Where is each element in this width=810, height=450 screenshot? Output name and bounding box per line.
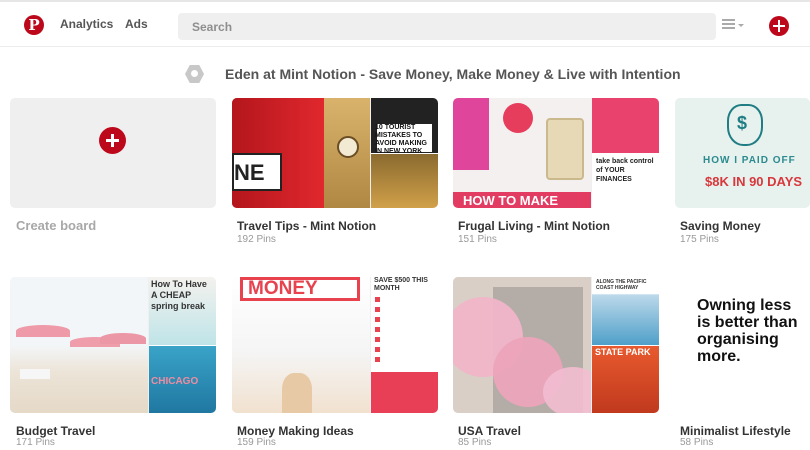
nav-analytics-link[interactable]: Analytics	[60, 17, 113, 31]
board-title[interactable]: Frugal Living - Mint Notion	[458, 219, 610, 233]
cover-text: HOW TO MAKE	[463, 193, 559, 208]
board-title[interactable]: USA Travel	[458, 424, 521, 438]
profile-title: Eden at Mint Notion - Save Money, Make M…	[225, 66, 681, 82]
board-cover-image: NE	[232, 98, 370, 208]
cover-text: Owning less is better than organising mo…	[697, 297, 798, 365]
board-side-images: 10 TOURIST MISTAKES TO AVOID MAKING IN N…	[371, 98, 438, 208]
board-side-images: SAVE $500 THIS MONTH	[371, 277, 438, 413]
board-side-images: ALONG THE PACIFIC COAST HIGHWAY STATE PA…	[592, 277, 659, 413]
board-title[interactable]: Travel Tips - Mint Notion	[237, 219, 376, 233]
board-card-budget-travel[interactable]: How To Have A CHEAP spring break CHICAGO	[10, 277, 216, 413]
plus-icon[interactable]	[99, 127, 126, 154]
cover-text-line1: HOW I PAID OFF	[703, 155, 796, 166]
create-board-card[interactable]	[10, 98, 216, 208]
board-side-images: take back control of YOUR FINANCES	[592, 98, 659, 208]
board-pin-count: 85 Pins	[458, 437, 492, 448]
board-pin-count: 151 Pins	[458, 234, 497, 245]
board-title[interactable]: Budget Travel	[16, 424, 95, 438]
side-bottom-text: CHICAGO	[151, 376, 199, 387]
board-pin-count: 192 Pins	[237, 234, 276, 245]
board-card-frugal-living[interactable]: HOW TO MAKE take back control of YOUR FI…	[453, 98, 659, 208]
cover-text-line2: $8K IN 90 DAYS	[705, 174, 803, 189]
board-pin-count: 175 Pins	[680, 234, 719, 245]
board-title[interactable]: Saving Money	[680, 219, 761, 233]
side-bottom-text: take back control of YOUR FINANCES	[596, 158, 654, 183]
top-navigation-bar: P Analytics Ads	[0, 2, 810, 47]
settings-hexagon-icon[interactable]	[185, 65, 204, 83]
side-top-text: ALONG THE PACIFIC COAST HIGHWAY	[596, 279, 647, 291]
dollar-sign-icon: $	[737, 113, 748, 133]
board-card-saving-money[interactable]: $ HOW I PAID OFF $8K IN 90 DAYS	[675, 98, 810, 208]
board-card-travel-tips[interactable]: NE 10 TOURIST MISTAKES TO AVOID MAKING I…	[232, 98, 438, 208]
side-top-text: SAVE $500 THIS MONTH	[374, 277, 428, 292]
board-card-money-making-ideas[interactable]: MONEY SAVE $500 THIS MONTH	[232, 277, 438, 413]
add-pin-button[interactable]	[769, 16, 789, 36]
board-cover-image: MONEY	[232, 277, 370, 413]
search-input[interactable]	[178, 13, 716, 40]
nav-ads-link[interactable]: Ads	[125, 17, 148, 31]
board-card-usa-travel[interactable]: ALONG THE PACIFIC COAST HIGHWAY STATE PA…	[453, 277, 659, 413]
board-pin-count: 159 Pins	[237, 437, 276, 448]
board-card-minimalist-lifestyle[interactable]: Owning less is better than organising mo…	[675, 277, 810, 413]
pinterest-logo-icon[interactable]: P	[24, 15, 44, 35]
side-bottom-text: STATE PARK	[595, 347, 651, 357]
board-pin-count: 171 Pins	[16, 437, 55, 448]
board-title[interactable]: Money Making Ideas	[237, 424, 354, 438]
cover-text: NE	[234, 160, 265, 185]
view-options-icon[interactable]	[722, 16, 744, 34]
cover-text: MONEY	[248, 278, 318, 299]
board-cover-image	[10, 277, 148, 413]
board-cover-image: HOW TO MAKE	[453, 98, 591, 208]
board-title[interactable]: Minimalist Lifestyle	[680, 424, 791, 438]
side-top-text: How To Have A CHEAP spring break	[151, 279, 207, 311]
board-cover-image	[453, 277, 591, 413]
board-side-images: How To Have A CHEAP spring break CHICAGO	[149, 277, 216, 413]
profile-header: Eden at Mint Notion - Save Money, Make M…	[0, 60, 810, 90]
board-pin-count: 58 Pins	[680, 437, 714, 448]
create-board-label: Create board	[16, 218, 97, 233]
